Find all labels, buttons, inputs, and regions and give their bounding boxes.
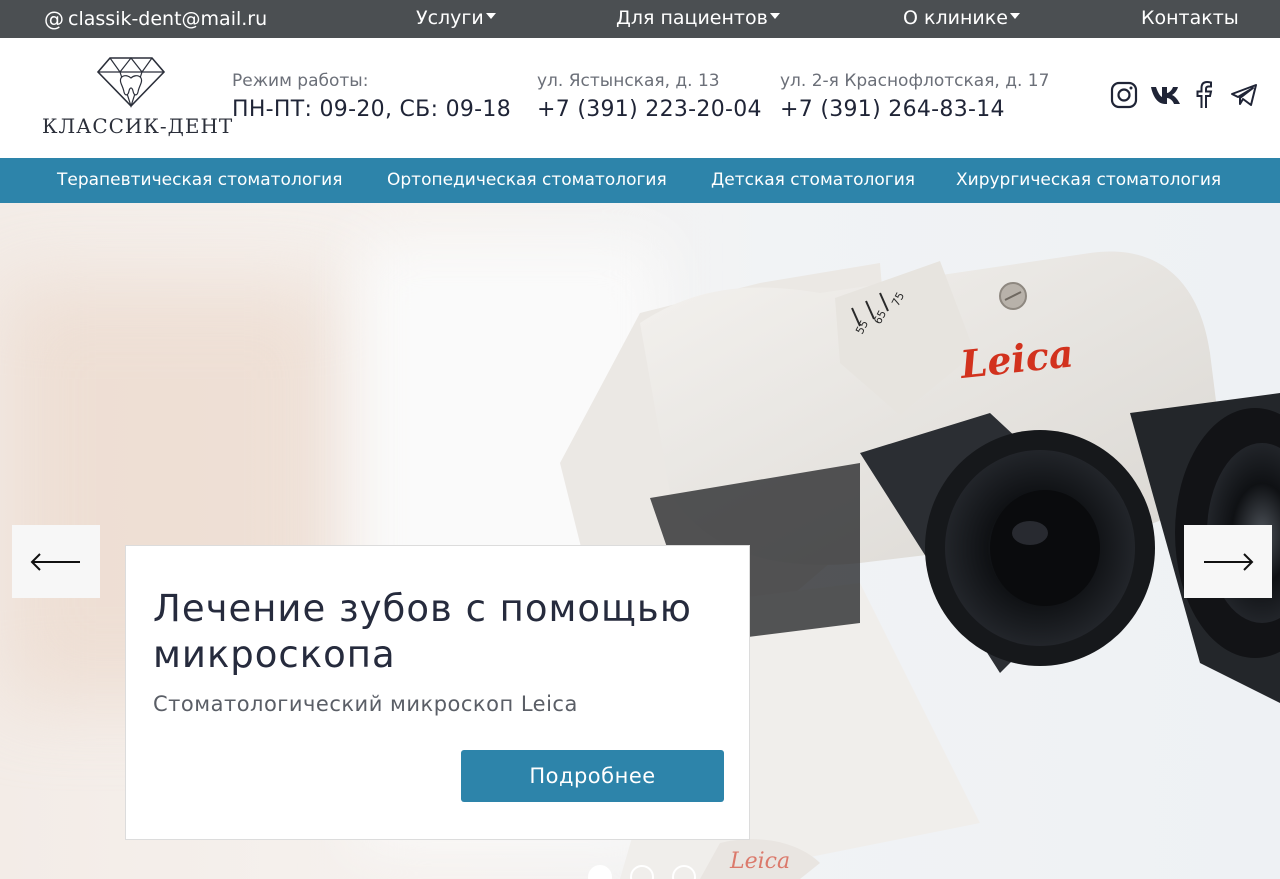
services-nav: Терапевтическая стоматология Ортопедичес… [0,158,1280,203]
logo-text: КЛАССИК-ДЕНТ [42,114,234,138]
caret-down-icon [1009,13,1020,19]
more-button[interactable]: Подробнее [461,750,724,802]
arrow-right-icon [1204,553,1254,571]
instagram-icon[interactable] [1110,81,1138,109]
slider-dot[interactable] [588,865,612,879]
nav-item-therapeutic[interactable]: Терапевтическая стоматология [57,170,342,190]
hours-value: ПН-ПТ: 09-20, СБ: 09-18 [232,97,512,122]
leica-brand-text-blurred: Leica [729,849,790,874]
next-slide-button[interactable] [1184,525,1272,598]
nav-item-orthopedic[interactable]: Ортопедическая стоматология [387,170,667,190]
prev-slide-button[interactable] [12,525,100,598]
working-hours: Режим работы: ПН-ПТ: 09-20, СБ: 09-18 [232,71,511,122]
menu-services[interactable]: Услуги [416,7,496,29]
menu-clinic-label: О клинике [903,7,1008,29]
vk-icon[interactable] [1150,84,1182,106]
slider-dot[interactable] [630,865,654,879]
nav-item-pediatric[interactable]: Детская стоматология [711,170,915,190]
diamond-tooth-logo-icon [96,57,166,108]
menu-patients[interactable]: Для пациентов [616,7,780,29]
telegram-icon[interactable] [1230,83,1258,107]
facebook-icon[interactable] [1194,81,1214,109]
branch-2-address: ул. 2-я Краснофлотская, д. 17 [780,71,1050,91]
email-link[interactable]: @ classik-dent@mail.ru [44,7,267,31]
branch-1: ул. Ястынская, д. 13 +7 (391) 223-20-04 [537,71,762,122]
top-bar: @ classik-dent@mail.ru Услуги Для пациен… [0,0,1280,38]
caret-down-icon [485,13,496,19]
at-icon: @ [44,7,64,31]
menu-clinic[interactable]: О клинике [903,7,1020,29]
site-header: КЛАССИК-ДЕНТ Режим работы: ПН-ПТ: 09-20,… [0,38,1280,158]
caret-down-icon [769,13,780,19]
hours-label: Режим работы: [232,71,369,91]
menu-contacts[interactable]: Контакты [1141,7,1239,29]
slider-dots [588,865,696,879]
arrow-left-icon [30,553,80,571]
social-links [1110,81,1258,109]
slider-dot[interactable] [672,865,696,879]
nav-item-surgical[interactable]: Хирургическая стоматология [956,170,1221,190]
slide-caption: Лечение зубов с помощью микроскопа Стома… [125,545,750,840]
branch-1-address: ул. Ястынская, д. 13 [537,71,720,91]
menu-contacts-label: Контакты [1141,7,1239,29]
branch-1-phone[interactable]: +7 (391) 223-20-04 [537,97,762,122]
branch-2: ул. 2-я Краснофлотская, д. 17 +7 (391) 2… [780,71,1049,122]
logo[interactable]: КЛАССИК-ДЕНТ [42,56,232,142]
slide-title: Лечение зубов с помощью микроскопа [153,587,692,676]
hero-slider: 55 65 75 Leica Leica Лечение зубов с пом… [0,203,1280,879]
email-text: classik-dent@mail.ru [68,8,268,30]
branch-2-phone[interactable]: +7 (391) 264-83-14 [780,97,1049,122]
menu-patients-label: Для пациентов [616,7,768,29]
slide-subtitle: Стоматологический микроскоп Leica [153,692,578,716]
menu-services-label: Услуги [416,7,484,29]
